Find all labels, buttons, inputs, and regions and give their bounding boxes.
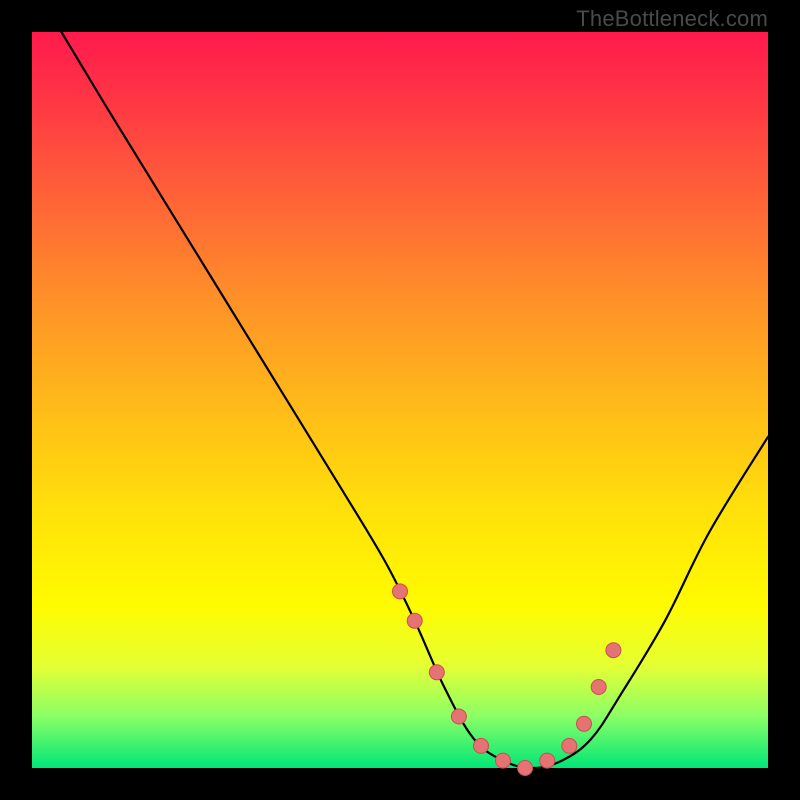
bottleneck-curve-path <box>61 32 768 768</box>
trough-marker <box>606 643 621 658</box>
bottleneck-curve-svg <box>32 32 768 768</box>
trough-marker <box>591 680 606 695</box>
trough-marker <box>562 738 577 753</box>
trough-markers <box>393 584 621 776</box>
attribution-label: TheBottleneck.com <box>576 6 768 32</box>
chart-frame: TheBottleneck.com <box>0 0 800 800</box>
trough-marker <box>496 753 511 768</box>
trough-marker <box>451 709 466 724</box>
trough-marker <box>393 584 408 599</box>
trough-marker <box>474 738 489 753</box>
trough-marker <box>577 716 592 731</box>
trough-marker <box>429 665 444 680</box>
trough-marker <box>518 761 533 776</box>
trough-marker <box>407 613 422 628</box>
trough-marker <box>540 753 555 768</box>
